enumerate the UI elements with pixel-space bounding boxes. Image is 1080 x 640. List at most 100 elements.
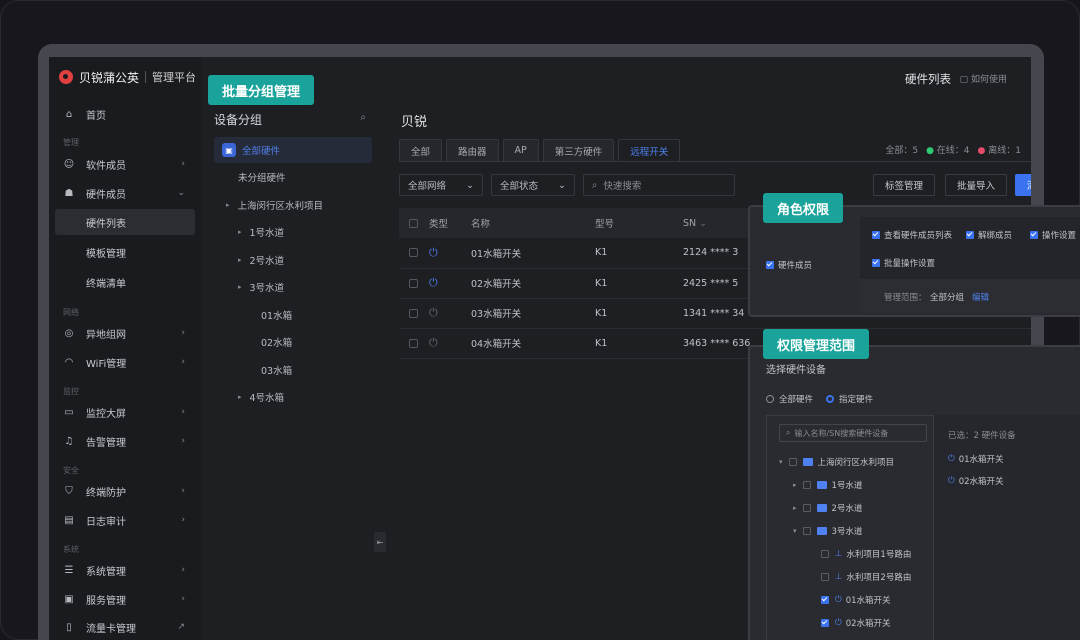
status-select[interactable]: 全部状态 ⌄: [491, 174, 575, 196]
tree-node[interactable]: ⊥ 水利项目1号路由: [821, 548, 911, 560]
selected-item[interactable]: ⏻ 02水箱开关: [948, 475, 1004, 487]
sidebar-item-sysmgr[interactable]: ☰ 系统管理 ›: [49, 557, 201, 583]
select-all-checkbox[interactable]: [409, 218, 418, 228]
divider: [145, 71, 147, 83]
tab-router[interactable]: 路由器: [446, 139, 499, 161]
group-item[interactable]: 01水箱: [261, 302, 292, 328]
sidebar-item-wifi[interactable]: ◠ WiFi管理 ›: [49, 349, 201, 375]
checkbox-checked[interactable]: [821, 596, 829, 604]
search-icon[interactable]: ⌕: [360, 112, 366, 123]
tree-checkbox[interactable]: [821, 550, 829, 558]
group-label: 未分组硬件: [238, 173, 286, 184]
tree-node[interactable]: ⏻ 01水箱开关: [821, 594, 891, 606]
tree-checkbox[interactable]: [802, 481, 811, 489]
sidebar-item-label: 终端清单: [86, 278, 126, 290]
tag-manage-button[interactable]: 标签管理: [873, 174, 935, 196]
network-select[interactable]: 全部网络 ⌄: [399, 174, 483, 196]
device-search-input[interactable]: ⌕ 输入名称/SN搜索硬件设备: [779, 424, 927, 442]
sidebar-item-hw-list[interactable]: 硬件列表: [55, 209, 195, 235]
chevron-down-icon: ⌄: [466, 179, 474, 191]
tab-third-party[interactable]: 第三方硬件: [542, 139, 615, 161]
tree-checkbox[interactable]: [821, 573, 829, 581]
group-item[interactable]: ▸ 上海闵行区水利项目: [226, 192, 323, 218]
sidebar-item-remote[interactable]: ◎ 异地组网 ›: [49, 320, 201, 346]
group-item[interactable]: ▸ 3号水道: [238, 274, 284, 300]
radio-specific-hardware[interactable]: 指定硬件: [826, 393, 873, 405]
selected-box: 已选： 2 硬件设备 ⏻ 01水箱开关 ⏻ 02水箱开关: [934, 415, 1080, 640]
tree-node[interactable]: ⊥ 水利项目2号路由: [821, 571, 911, 583]
radio-checked[interactable]: [826, 395, 834, 403]
tab-all[interactable]: 全部: [399, 139, 443, 161]
checkbox-checked[interactable]: [872, 259, 880, 267]
checkbox-checked[interactable]: [966, 231, 974, 239]
tree-node[interactable]: ▾ 上海闵行区水利项目: [779, 456, 894, 468]
radio-unchecked[interactable]: [766, 395, 774, 403]
perm-item[interactable]: 批量操作设置: [872, 257, 935, 269]
add-hardware-button[interactable]: 添加硬件: [1015, 174, 1031, 196]
group-item[interactable]: 03水箱: [261, 357, 292, 383]
tab-ap[interactable]: AP: [502, 139, 539, 161]
row-checkbox[interactable]: [409, 278, 418, 288]
tree-label: 02水箱开关: [845, 619, 891, 629]
sidebar-item-alarm[interactable]: ♫ 告警管理 ›: [49, 428, 201, 454]
group-item[interactable]: ▸ 2号水道: [238, 247, 284, 273]
sidebar-item-software[interactable]: ☺ 软件成员 ›: [49, 151, 201, 177]
checkbox-checked[interactable]: [766, 261, 774, 269]
group-item[interactable]: 02水箱: [261, 329, 292, 355]
sidebar-item-service[interactable]: ▣ 服务管理 ›: [49, 586, 201, 612]
checkbox-checked[interactable]: [1030, 231, 1038, 239]
batch-import-button[interactable]: 批量导入: [945, 174, 1007, 196]
sidebar-item-endpoint[interactable]: ⛉ 终端防护 ›: [49, 478, 201, 504]
power-icon: ⏻: [835, 618, 842, 628]
group-item[interactable]: ▸ 1号水道: [238, 219, 284, 245]
tree-node[interactable]: ▾ 3号水道: [793, 525, 862, 537]
tree-checkbox[interactable]: [788, 458, 797, 466]
row-checkbox[interactable]: [409, 338, 418, 348]
sidebar-item-hardware[interactable]: ☗ 硬件成员 ⌄: [49, 180, 201, 206]
sidebar-item-log[interactable]: ▤ 日志审计 ›: [49, 507, 201, 533]
checkbox-checked[interactable]: [872, 231, 880, 239]
search-input[interactable]: ⌕ 快速搜索: [583, 174, 735, 196]
sort-icon[interactable]: ⌄: [699, 218, 707, 229]
tree-node[interactable]: ▸ 2号水道: [793, 502, 862, 514]
perm-item[interactable]: 解绑成员: [966, 229, 1012, 241]
tab-remote-switch[interactable]: 远程开关: [618, 139, 681, 161]
home-icon: ⌂: [65, 108, 73, 120]
logo[interactable]: 贝锐蒲公英 管理平台: [59, 67, 196, 87]
sidebar-item-flow[interactable]: ▯ 流量卡管理 ↗: [49, 614, 201, 640]
sidebar-item-screen[interactable]: ▭ 监控大屏 ›: [49, 399, 201, 425]
sidebar-item-template[interactable]: 模板管理: [49, 239, 201, 265]
tree-checkbox[interactable]: [802, 504, 811, 512]
radio-all-hardware[interactable]: 全部硬件: [766, 393, 813, 405]
tree-label: 1号水道: [831, 481, 863, 491]
caret-right-icon: ▸: [793, 504, 797, 512]
tree-checkbox[interactable]: [802, 527, 811, 535]
group-item[interactable]: ▸ 4号水箱: [238, 384, 284, 410]
edit-scope-link[interactable]: 编辑: [972, 291, 989, 303]
row-checkbox[interactable]: [409, 308, 418, 318]
selected-item[interactable]: ⏻ 01水箱开关: [948, 453, 1004, 465]
radio-label: 全部硬件: [779, 395, 814, 405]
scope-panel-title: 选择硬件设备: [766, 365, 826, 376]
tree-node[interactable]: ▸ 1号水道: [793, 479, 862, 491]
sidebar-item-home[interactable]: ⌂ 首页: [49, 101, 201, 127]
sidebar-item-label: 日志审计: [86, 516, 126, 528]
sidebar-item-terminal[interactable]: 终端清单: [49, 269, 201, 295]
group-item-all[interactable]: ▣ 全部硬件: [214, 137, 372, 163]
perm-item[interactable]: 操作设置: [1030, 229, 1076, 241]
sidebar-item-label: 系统管理: [86, 566, 126, 578]
help-link[interactable]: ▢ 如何使用: [960, 72, 1007, 85]
member-checkbox-row[interactable]: 硬件成员: [766, 259, 812, 271]
tree-box: ⌕ 输入名称/SN搜索硬件设备 ▾ 上海闵行区水利项目 ▸ 1号水道 ▸ 2号水道 ▾ 3…: [766, 415, 934, 640]
checkbox-checked[interactable]: [821, 619, 829, 627]
caret-down-icon: ▾: [779, 458, 783, 466]
group-panel-title: 设备分组: [214, 113, 263, 127]
tree-label: 01水箱开关: [845, 596, 891, 606]
perm-item[interactable]: 查看硬件成员列表: [872, 229, 952, 241]
search-icon: ⌕: [592, 179, 598, 191]
tree-node[interactable]: ⏻ 02水箱开关: [821, 617, 891, 629]
group-item[interactable]: 未分组硬件: [238, 164, 286, 190]
badge-permission-scope: 权限管理范围: [763, 329, 870, 359]
row-checkbox[interactable]: [409, 248, 418, 258]
row-name: 04水箱开关: [471, 328, 595, 359]
